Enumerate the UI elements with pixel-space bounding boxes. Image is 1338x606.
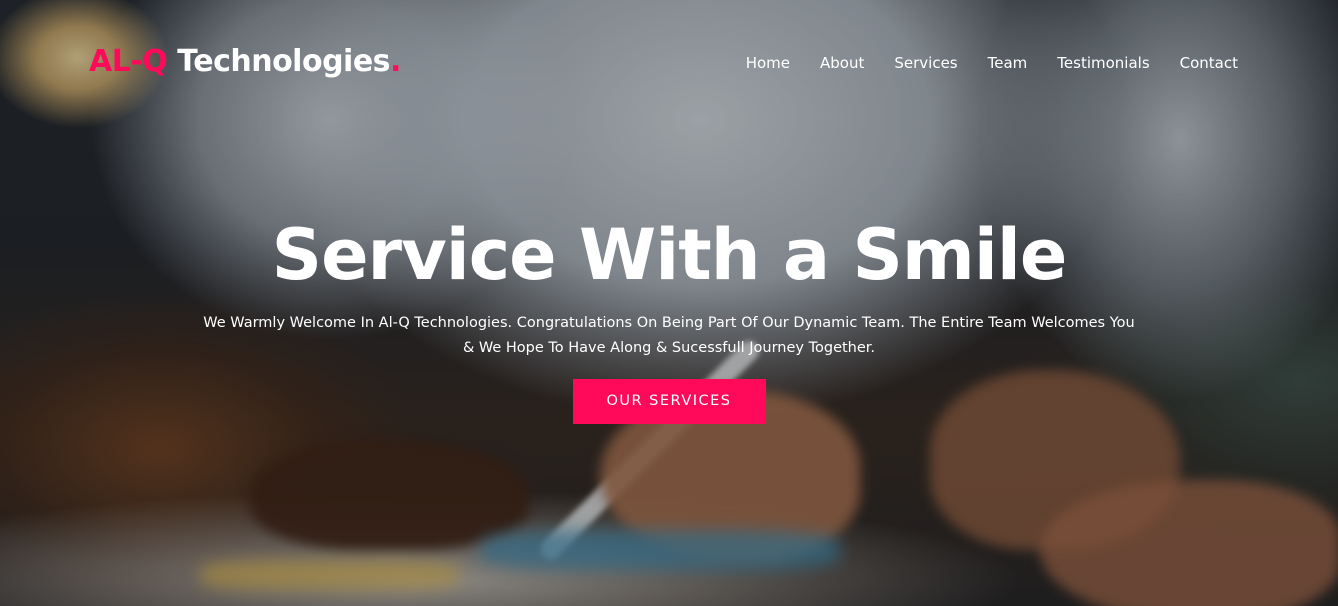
hero-headline: Service With a Smile [271,214,1068,296]
brand-logo-name: Technologies [167,44,391,79]
site-header: AL-Q Technologies. Home About Services T… [0,0,1338,126]
hero-section: AL-Q Technologies. Home About Services T… [0,0,1338,606]
hero-subtitle: We Warmly Welcome In Al-Q Technologies. … [203,315,1135,356]
brand-logo-dot: . [390,44,401,79]
our-services-button[interactable]: OUR SERVICES [572,379,766,424]
nav-link-team[interactable]: Team [988,50,1028,76]
nav-link-services[interactable]: Services [894,50,957,76]
hero-content: Service With a Smile We Warmly Welcome I… [0,205,1338,424]
main-navigation: Home About Services Team Testimonials Co… [746,50,1238,76]
nav-link-testimonials[interactable]: Testimonials [1057,50,1149,76]
brand-logo-accent: AL-Q [89,44,168,79]
brand-logo[interactable]: AL-Q Technologies. [89,42,401,82]
nav-link-contact[interactable]: Contact [1180,50,1238,76]
nav-link-about[interactable]: About [820,50,864,76]
nav-link-home[interactable]: Home [746,50,790,76]
